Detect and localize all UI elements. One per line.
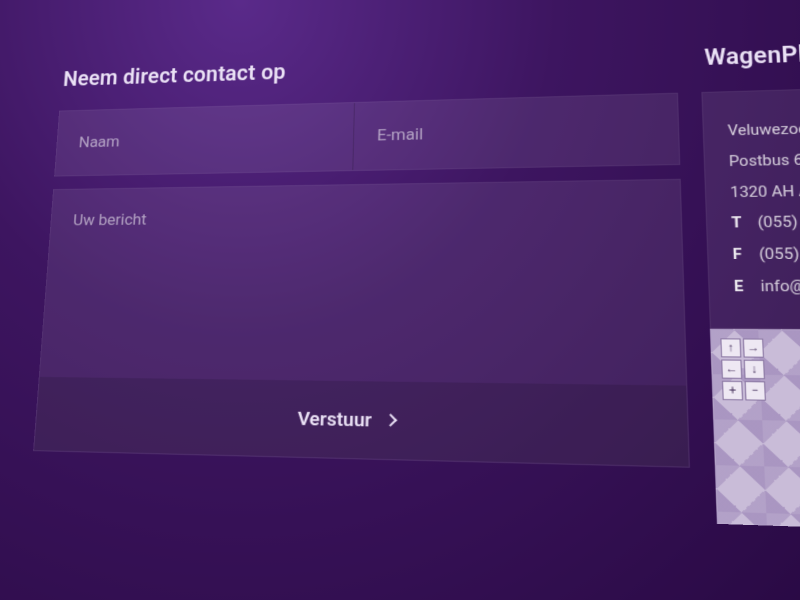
- address-line: 1320 AH Alm: [730, 172, 800, 207]
- map-controls: ↑ → ← ↓ + −: [720, 338, 766, 400]
- address-line: Veluwezoom: [727, 109, 800, 146]
- company-info-column: WagenPlan B. Veluwezoom Postbus 602 1320…: [698, 0, 800, 535]
- map-pan-right-button[interactable]: →: [743, 338, 764, 357]
- telephone-line: T (055) 579: [731, 204, 800, 239]
- submit-button[interactable]: Verstuur: [34, 377, 689, 467]
- email-input[interactable]: E-mail: [352, 94, 679, 170]
- message-panel: Uw bericht Verstuur: [33, 179, 690, 468]
- map-pan-up-button[interactable]: ↑: [720, 338, 741, 357]
- name-email-row: Naam E-mail: [54, 93, 680, 177]
- email-label: E: [733, 270, 757, 302]
- map-pan-left-button[interactable]: ←: [721, 359, 742, 378]
- message-textarea[interactable]: Uw bericht: [40, 180, 686, 386]
- chevron-right-icon: [384, 414, 397, 427]
- fax-line: F (055) 579: [732, 237, 800, 271]
- address-line: Postbus 602: [728, 140, 800, 176]
- telephone-value: (055) 579: [757, 212, 800, 231]
- submit-label: Verstuur: [297, 407, 372, 432]
- telephone-label: T: [731, 207, 754, 239]
- fax-label: F: [732, 239, 756, 271]
- fax-value: (055) 579: [759, 244, 800, 263]
- map-zoom-out-button[interactable]: −: [745, 381, 766, 401]
- name-input[interactable]: Naam: [55, 103, 353, 176]
- email-line[interactable]: E info@wa: [733, 269, 800, 302]
- location-map[interactable]: ↑ → ← ↓ + −: [710, 328, 800, 534]
- company-heading: WagenPlan B.: [704, 34, 800, 71]
- company-address-panel: Veluwezoom Postbus 602 1320 AH Alm T (05…: [701, 83, 800, 330]
- form-heading: Neem direct contact op: [62, 46, 677, 91]
- contact-form-column: Neem direct contact op Naam E-mail Uw be…: [29, 10, 691, 522]
- map-pan-down-button[interactable]: ↓: [744, 359, 765, 378]
- map-zoom-in-button[interactable]: +: [722, 380, 743, 400]
- email-value: info@wa: [760, 276, 800, 295]
